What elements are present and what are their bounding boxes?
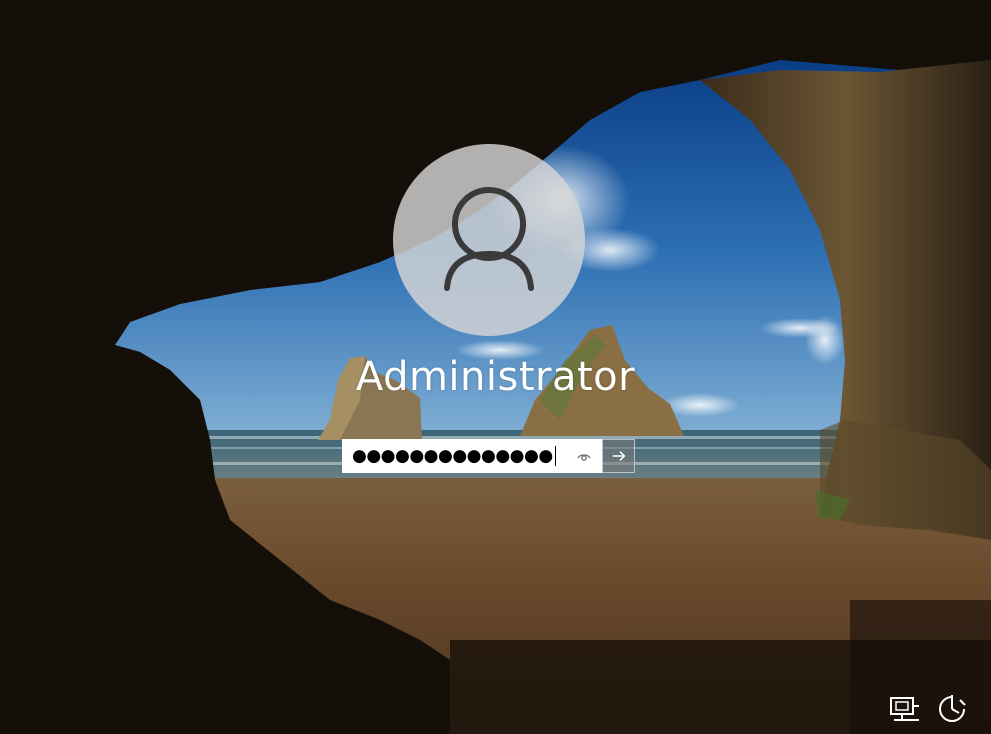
password-masked-value: ●●●●●●●●●●●●●● xyxy=(352,445,553,466)
ease-of-access-icon[interactable] xyxy=(935,694,969,724)
network-icon[interactable] xyxy=(888,694,922,724)
username-label: Administrator xyxy=(355,354,636,400)
submit-button[interactable] xyxy=(602,439,635,473)
user-avatar xyxy=(393,144,585,336)
eye-icon[interactable] xyxy=(576,449,592,465)
user-silhouette-icon xyxy=(444,187,534,291)
lock-screen: Administrator ●●●●●●●●●●●●●● xyxy=(0,0,991,734)
password-group: ●●●●●●●●●●●●●● xyxy=(342,439,635,473)
password-input[interactable]: ●●●●●●●●●●●●●● xyxy=(342,439,602,473)
text-caret xyxy=(554,446,556,466)
arrow-right-icon xyxy=(612,450,625,462)
